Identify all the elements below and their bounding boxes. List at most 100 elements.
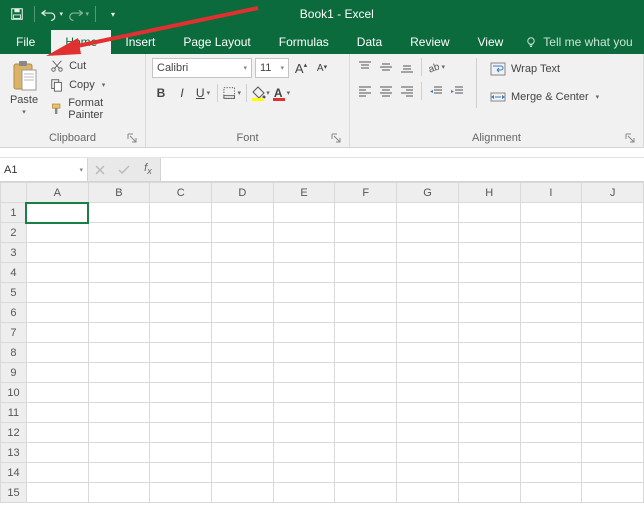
cell[interactable] xyxy=(88,343,150,363)
cell[interactable] xyxy=(397,463,459,483)
row-header[interactable]: 15 xyxy=(1,483,27,503)
cell[interactable] xyxy=(397,423,459,443)
cell[interactable] xyxy=(150,403,212,423)
cell[interactable] xyxy=(520,303,582,323)
cell[interactable] xyxy=(26,403,88,423)
cell[interactable] xyxy=(88,483,150,503)
dialog-launcher-icon[interactable] xyxy=(127,133,137,143)
cell[interactable] xyxy=(335,423,397,443)
cell[interactable] xyxy=(88,363,150,383)
orientation-button[interactable]: ab▾ xyxy=(427,58,445,76)
merge-center-button[interactable]: Merge & Center ▾ xyxy=(487,89,602,105)
row-header[interactable]: 13 xyxy=(1,443,27,463)
cell[interactable] xyxy=(397,483,459,503)
cell[interactable] xyxy=(273,483,335,503)
cell[interactable] xyxy=(273,423,335,443)
cell[interactable] xyxy=(458,263,520,283)
font-size-combo[interactable]: 11▾ xyxy=(255,58,289,78)
cell[interactable] xyxy=(458,443,520,463)
tab-view[interactable]: View xyxy=(464,30,518,54)
cell[interactable] xyxy=(26,283,88,303)
cell[interactable] xyxy=(582,203,644,223)
cell[interactable] xyxy=(212,283,274,303)
font-color-button[interactable]: A ▾ xyxy=(273,84,291,102)
cell[interactable] xyxy=(520,243,582,263)
column-header[interactable]: E xyxy=(273,183,335,203)
tab-home[interactable]: Home xyxy=(51,30,111,54)
wrap-text-button[interactable]: Wrap Text xyxy=(487,61,602,77)
cell[interactable] xyxy=(335,363,397,383)
cell[interactable] xyxy=(88,443,150,463)
row-header[interactable]: 2 xyxy=(1,223,27,243)
row-header[interactable]: 9 xyxy=(1,363,27,383)
cell[interactable] xyxy=(88,383,150,403)
cell[interactable] xyxy=(212,203,274,223)
cell[interactable] xyxy=(150,443,212,463)
cell[interactable] xyxy=(335,383,397,403)
column-header[interactable]: C xyxy=(150,183,212,203)
cell[interactable] xyxy=(273,223,335,243)
qat-customize-button[interactable]: ▾ xyxy=(102,3,124,25)
italic-button[interactable]: I xyxy=(173,84,191,102)
cell[interactable] xyxy=(26,383,88,403)
row-header[interactable]: 5 xyxy=(1,283,27,303)
row-header[interactable]: 4 xyxy=(1,263,27,283)
cell[interactable] xyxy=(150,223,212,243)
copy-button[interactable]: Copy ▾ xyxy=(48,77,139,93)
save-button[interactable] xyxy=(6,3,28,25)
cell[interactable] xyxy=(335,203,397,223)
align-left-button[interactable] xyxy=(356,82,374,100)
cell[interactable] xyxy=(88,323,150,343)
undo-button[interactable]: ▾ xyxy=(41,3,63,25)
cell[interactable] xyxy=(520,443,582,463)
cell[interactable] xyxy=(397,243,459,263)
cell[interactable] xyxy=(582,323,644,343)
cell[interactable] xyxy=(397,223,459,243)
row-header[interactable]: 12 xyxy=(1,423,27,443)
tab-file[interactable]: File xyxy=(0,30,51,54)
cell[interactable] xyxy=(88,203,150,223)
cell[interactable] xyxy=(582,403,644,423)
cell[interactable] xyxy=(335,303,397,323)
cell[interactable] xyxy=(335,403,397,423)
row-header[interactable]: 10 xyxy=(1,383,27,403)
cell[interactable] xyxy=(458,423,520,443)
cell[interactable] xyxy=(26,443,88,463)
cell[interactable] xyxy=(520,223,582,243)
cell[interactable] xyxy=(26,323,88,343)
align-top-button[interactable] xyxy=(356,58,374,76)
cell[interactable] xyxy=(26,243,88,263)
column-header[interactable]: F xyxy=(335,183,397,203)
cell[interactable] xyxy=(26,423,88,443)
cell[interactable] xyxy=(582,283,644,303)
cell[interactable] xyxy=(397,343,459,363)
cell[interactable] xyxy=(397,383,459,403)
cell[interactable] xyxy=(397,283,459,303)
cell[interactable] xyxy=(520,323,582,343)
row-header[interactable]: 8 xyxy=(1,343,27,363)
align-right-button[interactable] xyxy=(398,82,416,100)
cell[interactable] xyxy=(150,263,212,283)
cell[interactable] xyxy=(582,243,644,263)
cell[interactable] xyxy=(335,483,397,503)
decrease-indent-button[interactable] xyxy=(427,82,445,100)
cell[interactable] xyxy=(150,343,212,363)
cell[interactable] xyxy=(582,343,644,363)
cell[interactable] xyxy=(88,263,150,283)
tab-review[interactable]: Review xyxy=(396,30,463,54)
tab-insert[interactable]: Insert xyxy=(111,30,169,54)
tab-data[interactable]: Data xyxy=(343,30,396,54)
formula-input[interactable] xyxy=(161,158,644,181)
cell[interactable] xyxy=(397,203,459,223)
borders-button[interactable]: ▾ xyxy=(223,84,241,102)
cell[interactable] xyxy=(150,423,212,443)
cell[interactable] xyxy=(520,363,582,383)
cell[interactable] xyxy=(335,243,397,263)
format-painter-button[interactable]: Format Painter xyxy=(48,96,139,122)
cell[interactable] xyxy=(335,323,397,343)
cell[interactable] xyxy=(212,343,274,363)
fill-color-button[interactable]: ▾ xyxy=(252,84,270,102)
cell[interactable] xyxy=(88,223,150,243)
row-header[interactable]: 6 xyxy=(1,303,27,323)
cell[interactable] xyxy=(212,263,274,283)
